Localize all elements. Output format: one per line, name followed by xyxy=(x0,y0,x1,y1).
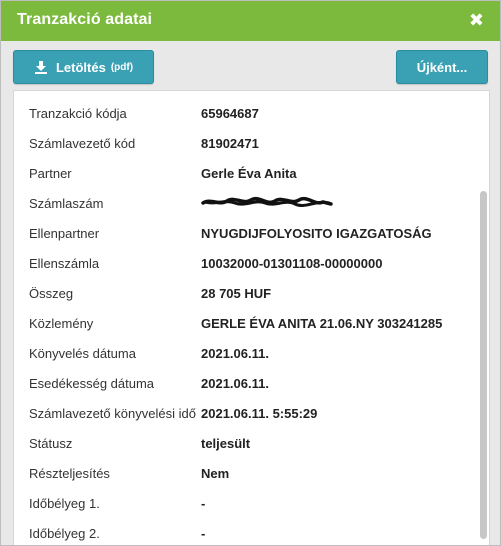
detail-value: teljesült xyxy=(201,435,251,451)
detail-row: Könyvelés dátuma 2021.06.11. xyxy=(14,338,489,368)
dialog-title: Tranzakció adatai xyxy=(17,11,153,28)
detail-row: Tranzakció kódja 65964687 xyxy=(14,98,489,128)
detail-row: Ellenszámla 10032000-01301108-00000000 xyxy=(14,248,489,278)
close-icon[interactable]: ✖ xyxy=(469,10,484,30)
detail-row: Részteljesítés Nem xyxy=(14,458,489,488)
details-panel: Tranzakció kódja 65964687 Számlavezető kód… xyxy=(13,90,490,545)
detail-label: Számlaszám xyxy=(29,195,104,211)
dialog-toolbar: Letöltés (pdf) Újként... xyxy=(1,41,500,89)
details-list: Tranzakció kódja 65964687 Számlavezető kód… xyxy=(14,98,489,545)
detail-label: Összeg xyxy=(29,285,74,301)
download-format-label: (pdf) xyxy=(110,61,134,73)
detail-label: Partner xyxy=(29,165,72,181)
detail-value: 2021.06.11. xyxy=(201,375,269,391)
new-as-copy-button[interactable]: Újként... xyxy=(396,50,488,84)
detail-label: Időbélyeg 1. xyxy=(29,495,100,511)
detail-label: Számlavezető könyvelési idő xyxy=(29,405,196,421)
detail-row: Számlavezető könyvelési idő 2021.06.11. 5… xyxy=(14,398,489,428)
detail-value: GERLE ÉVA ANITA 21.06.NY 303241285 xyxy=(201,315,443,331)
detail-value: 28 705 HUF xyxy=(201,285,272,301)
detail-label: Időbélyeg 2. xyxy=(29,525,100,541)
detail-value: - xyxy=(201,525,206,541)
detail-row: Partner Gerle Éva Anita xyxy=(14,158,489,188)
scrollbar[interactable] xyxy=(480,191,487,539)
detail-row: Státusz teljesült xyxy=(14,428,489,458)
detail-row: Ellenpartner NYUGDIJFOLYOSITO IGAZGATOSÁG xyxy=(14,218,489,248)
detail-label: Státusz xyxy=(29,435,73,451)
detail-row: Számlavezető kód 81902471 xyxy=(14,128,489,158)
download-label: Letöltés xyxy=(55,59,106,75)
detail-label: Tranzakció kódja xyxy=(29,105,127,121)
detail-row: Számlaszám xyxy=(14,188,489,218)
detail-value: NYUGDIJFOLYOSITO IGAZGATOSÁG xyxy=(201,225,432,241)
detail-value: 10032000-01301108-00000000 xyxy=(201,255,383,271)
download-icon xyxy=(34,61,47,74)
detail-row: Időbélyeg 2. - xyxy=(14,518,489,545)
download-pdf-button[interactable]: Letöltés (pdf) xyxy=(13,50,154,84)
dialog-header: Tranzakció adatai ✖ xyxy=(1,1,500,41)
detail-row: Esedékesség dátuma 2021.06.11. xyxy=(14,368,489,398)
detail-label: Közlemény xyxy=(29,315,94,331)
detail-label: Esedékesség dátuma xyxy=(29,375,155,391)
detail-label: Ellenszámla xyxy=(29,255,100,271)
detail-row: Összeg 28 705 HUF xyxy=(14,278,489,308)
detail-value: 2021.06.11. 5:55:29 xyxy=(201,405,318,421)
detail-value: 65964687 xyxy=(201,105,259,121)
transaction-details-dialog: Tranzakció adatai ✖ Letöltés (pdf) Újkén… xyxy=(0,0,501,546)
detail-value: 81902471 xyxy=(201,135,259,151)
detail-value: 2021.06.11. xyxy=(201,345,269,361)
detail-label: Számlavezető kód xyxy=(29,135,136,151)
detail-label: Ellenpartner xyxy=(29,225,100,241)
detail-value: Gerle Éva Anita xyxy=(201,165,297,181)
detail-label: Könyvelés dátuma xyxy=(29,345,136,361)
redacted-account-number xyxy=(201,194,333,213)
detail-row: Közlemény GERLE ÉVA ANITA 21.06.NY 303241… xyxy=(14,308,489,338)
detail-value: Nem xyxy=(201,465,230,481)
detail-row: Időbélyeg 1. - xyxy=(14,488,489,518)
detail-value: - xyxy=(201,495,206,511)
detail-label: Részteljesítés xyxy=(29,465,110,481)
